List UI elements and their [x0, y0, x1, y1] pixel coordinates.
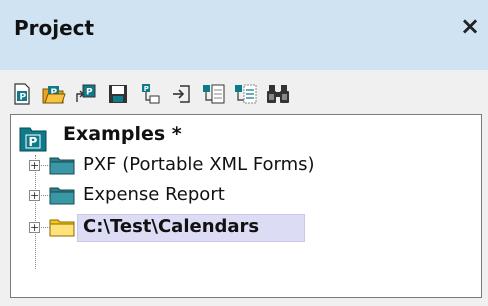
panel-title: Project	[14, 16, 95, 40]
folder-icon	[49, 157, 75, 175]
project-tree[interactable]: P Examples * + PXF (Portable XML Forms) …	[10, 114, 482, 298]
new-project-icon[interactable]: P	[8, 80, 36, 108]
save-project-icon[interactable]	[104, 80, 132, 108]
svg-text:P: P	[29, 135, 38, 149]
tree-item-label: PXF (Portable XML Forms)	[83, 154, 315, 175]
tree-item-label: Expense Report	[83, 184, 225, 205]
add-url-icon[interactable]	[168, 80, 196, 108]
project-root-label[interactable]: Examples *	[63, 123, 182, 145]
expand-icon[interactable]: +	[29, 160, 40, 171]
close-icon[interactable]: ×	[459, 14, 481, 38]
folder-icon	[49, 219, 75, 237]
project-toolbar: P P P P	[8, 80, 478, 112]
project-window: Project × P P P P P Examples * + PXF (Po…	[0, 0, 488, 306]
title-bar: Project ×	[0, 0, 488, 70]
expand-icon[interactable]: +	[29, 222, 40, 233]
expand-icon[interactable]: +	[29, 190, 40, 201]
add-active-file-icon[interactable]	[200, 80, 228, 108]
add-files-icon[interactable]: P	[136, 80, 164, 108]
tree-connector-line	[35, 155, 36, 269]
project-root-icon: P	[19, 127, 47, 152]
svg-text:P: P	[20, 93, 27, 103]
svg-text:P: P	[86, 88, 93, 98]
find-in-project-icon[interactable]	[264, 80, 292, 108]
folder-icon	[49, 187, 75, 205]
open-project-icon[interactable]: P	[40, 80, 68, 108]
svg-text:P: P	[144, 85, 149, 93]
tree-item-label: C:\Test\Calendars	[83, 216, 260, 237]
add-related-files-icon[interactable]	[232, 80, 260, 108]
reload-project-icon[interactable]: P	[72, 80, 100, 108]
